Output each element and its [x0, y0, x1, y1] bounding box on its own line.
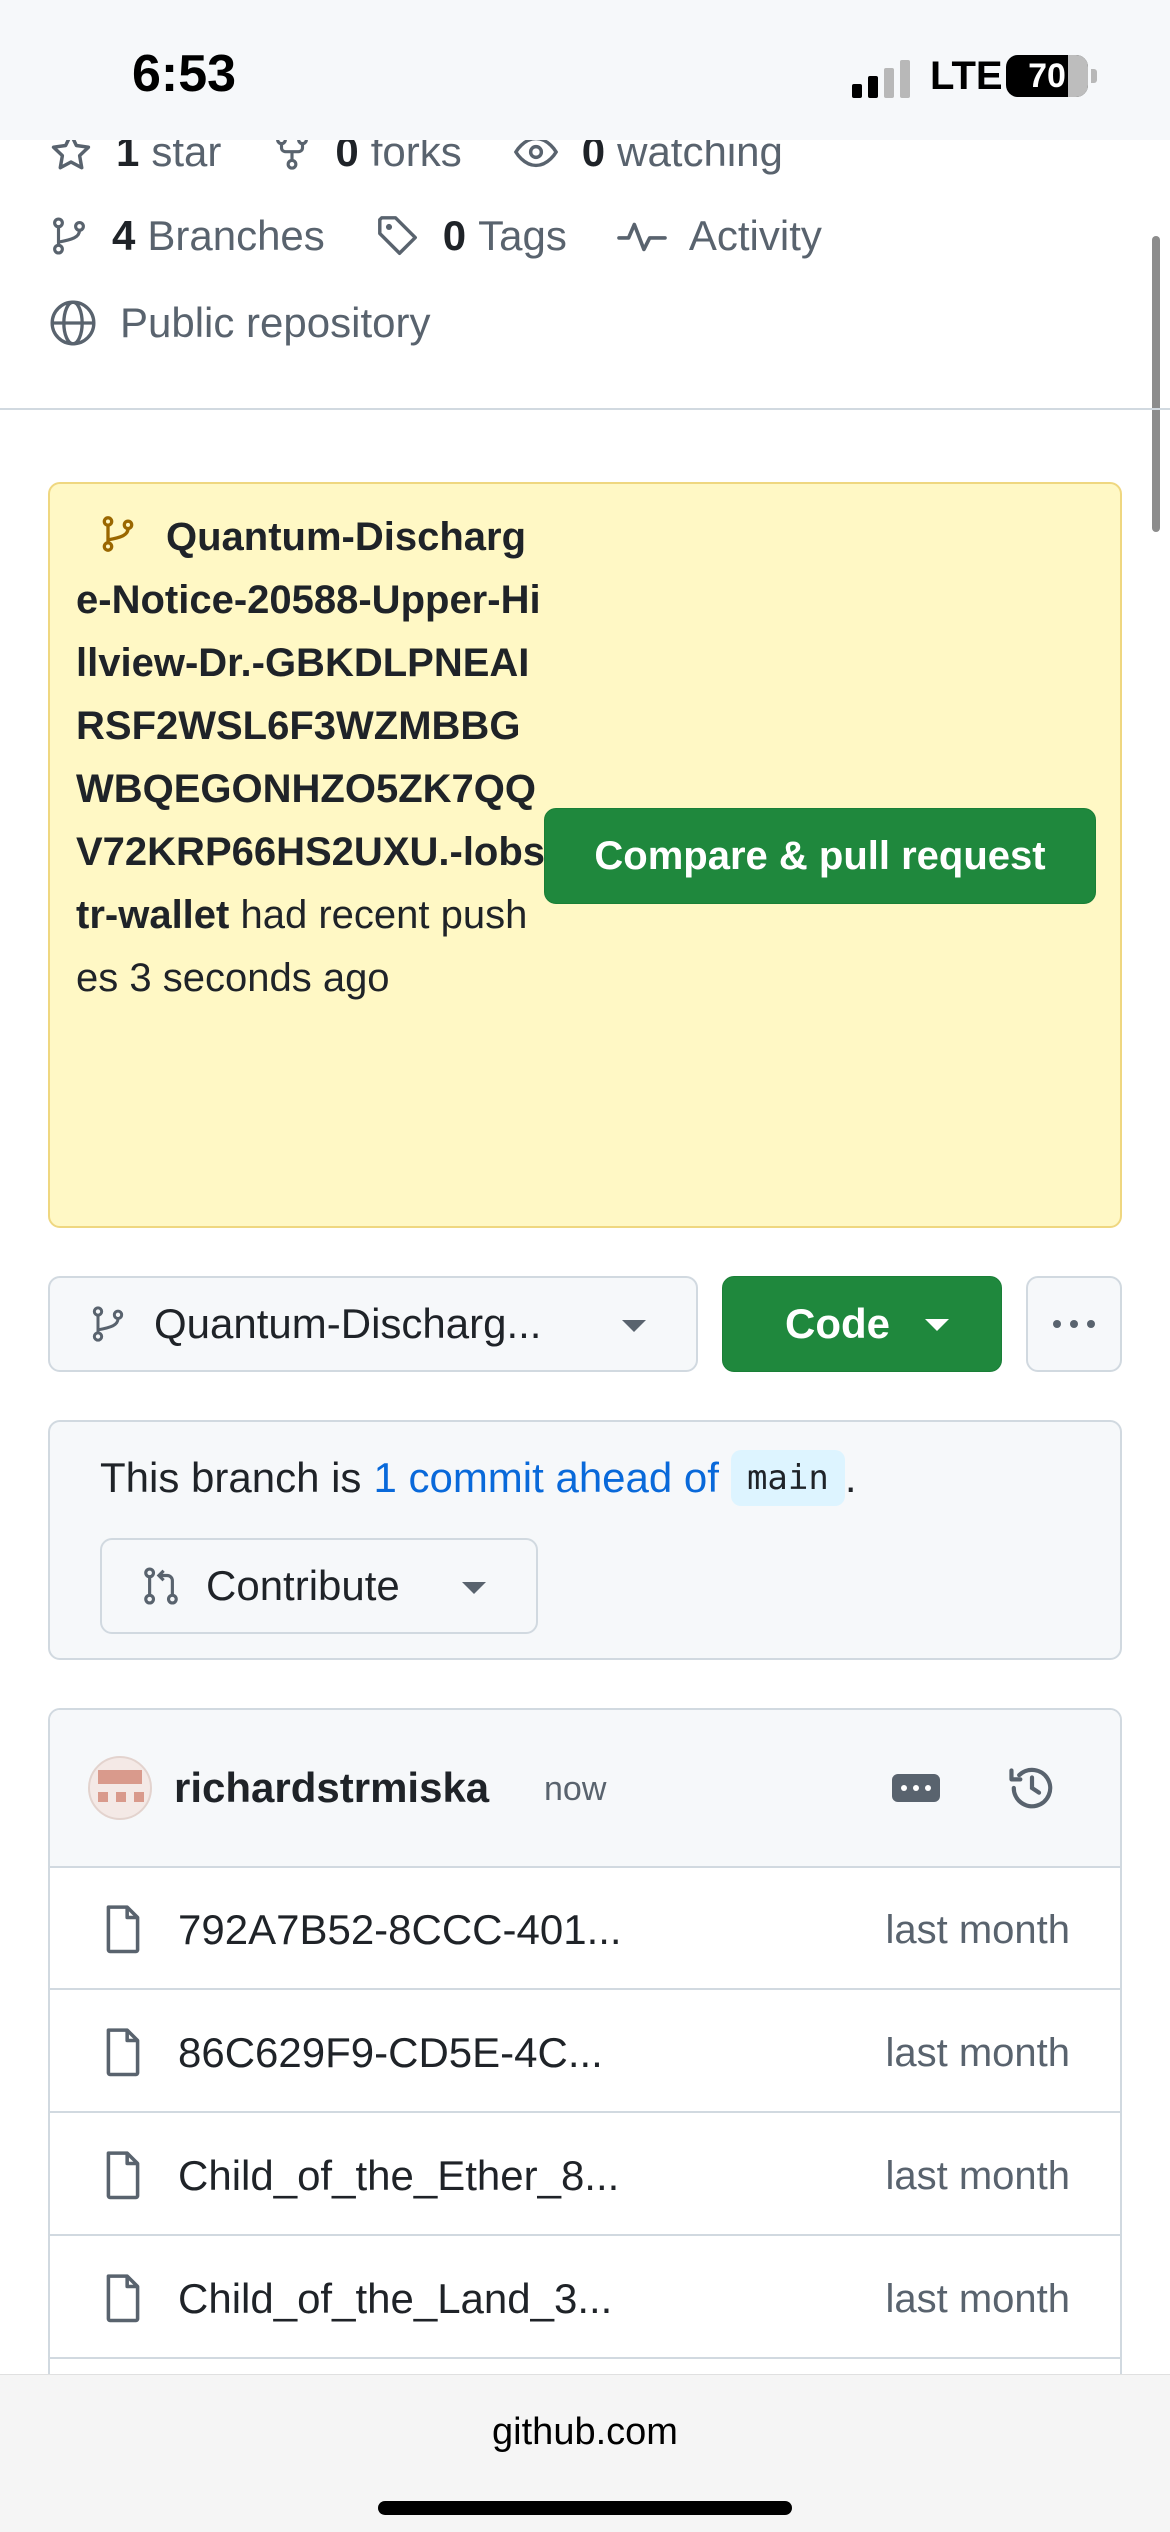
- network-type: LTE: [930, 54, 1003, 98]
- activity-label: Activity: [688, 212, 822, 259]
- base-branch-badge: main: [730, 1450, 845, 1506]
- section-divider: [0, 408, 1170, 410]
- status-bar: 6:53 LTE 70: [0, 0, 1170, 140]
- browser-bottom-bar: github.com: [0, 2374, 1170, 2532]
- url-bar[interactable]: github.com: [0, 2411, 1170, 2454]
- branch-icon: [53, 217, 85, 255]
- recent-push-banner: Quantum-Discharge-Notice-20588-Upper-Hil…: [48, 482, 1122, 1228]
- latest-commit-header: richardstrmiska now: [50, 1710, 1120, 1868]
- file-row[interactable]: Child_of_the_Land_3... last month: [50, 2237, 1120, 2359]
- kebab-dot-icon: [1070, 1320, 1078, 1328]
- recent-push-message: Quantum-Discharge-Notice-20588-Upper-Hil…: [76, 506, 546, 1010]
- commits-ahead-link[interactable]: 1 commit ahead of: [373, 1454, 719, 1502]
- file-name[interactable]: Child_of_the_Land_3...: [178, 2275, 612, 2323]
- file-name[interactable]: Child_of_the_Ether_8...: [178, 2152, 619, 2200]
- home-indicator[interactable]: [378, 2501, 792, 2515]
- tags-link[interactable]: 0 Tags: [375, 212, 567, 260]
- file-name[interactable]: 86C629F9-CD5E-4C...: [178, 2029, 603, 2077]
- more-options-button[interactable]: [1026, 1276, 1122, 1372]
- file-row[interactable]: 792A7B52-8CCC-401... last month: [50, 1868, 1120, 1990]
- globe-icon: [50, 300, 96, 346]
- tag-icon: [377, 216, 417, 255]
- repo-visibility-row: Public repository: [48, 298, 480, 348]
- chevron-down-icon: [925, 1319, 949, 1331]
- file-row[interactable]: Child_of_the_Ether_8... last month: [50, 2114, 1120, 2236]
- commit-time: now: [544, 1770, 607, 1808]
- branch-icon: [102, 516, 134, 552]
- file-icon: [106, 2028, 140, 2077]
- page: 6:53 LTE 70 1 star 0 forks 0 watching 4 …: [0, 0, 1170, 2532]
- pulse-icon: [617, 222, 667, 252]
- branches-label: Branches: [147, 212, 325, 259]
- status-time: 6:53: [132, 45, 237, 103]
- branches-link[interactable]: 4 Branches: [48, 212, 325, 260]
- history-icon[interactable]: [1004, 1760, 1060, 1816]
- tags-label: Tags: [478, 212, 567, 259]
- compare-pull-request-button[interactable]: Compare & pull request: [544, 808, 1096, 904]
- branch-selector[interactable]: Quantum-Discharg...: [48, 1276, 698, 1372]
- file-date: last month: [885, 2154, 1070, 2198]
- tags-count: 0: [442, 212, 467, 259]
- pull-request-icon: [144, 1567, 178, 1605]
- contribute-button[interactable]: Contribute: [100, 1538, 538, 1634]
- battery-icon: 70: [1006, 55, 1088, 97]
- branch-status-text: This branch is 1 commit ahead of main .: [100, 1450, 857, 1506]
- contribute-label: Contribute: [206, 1562, 400, 1609]
- file-icon: [106, 2274, 140, 2323]
- branch-status-box: This branch is 1 commit ahead of main . …: [48, 1420, 1122, 1660]
- visibility-label: Public repository: [120, 299, 431, 346]
- branch-status-prefix: This branch is: [100, 1454, 362, 1501]
- file-icon: [106, 2151, 140, 2200]
- file-date: last month: [885, 2277, 1070, 2321]
- kebab-dot-icon: [1087, 1320, 1095, 1328]
- branch-status-suffix: .: [844, 1454, 857, 1501]
- kebab-dot-icon: [1053, 1320, 1061, 1328]
- page-scrollbar[interactable]: [1152, 236, 1160, 532]
- activity-link[interactable]: Activity: [617, 212, 822, 260]
- chevron-down-icon: [622, 1320, 646, 1332]
- chevron-down-icon: [462, 1582, 486, 1594]
- branch-icon: [92, 1306, 124, 1342]
- cellular-signal-icon: [852, 60, 910, 98]
- code-button[interactable]: Code: [722, 1276, 1002, 1372]
- avatar[interactable]: [88, 1756, 152, 1820]
- selected-branch-label: Quantum-Discharg...: [154, 1300, 542, 1347]
- repo-refs-row: 4 Branches 0 Tags Activity: [48, 212, 872, 260]
- code-button-label: Code: [785, 1300, 890, 1347]
- visibility-info: Public repository: [48, 298, 430, 348]
- file-date: last month: [885, 2031, 1070, 2075]
- branches-count: 4: [112, 212, 136, 259]
- commit-author-link[interactable]: richardstrmiska: [174, 1764, 489, 1812]
- battery-level: 70: [1028, 57, 1066, 95]
- battery-tip: [1091, 69, 1097, 83]
- file-row[interactable]: 86C629F9-CD5E-4C... last month: [50, 1991, 1120, 2113]
- commit-message-toggle-icon[interactable]: [892, 1774, 940, 1802]
- file-icon: [106, 1905, 140, 1954]
- file-date: last month: [885, 1908, 1070, 1952]
- pushed-branch-name[interactable]: Quantum-Discharge-Notice-20588-Upper-Hil…: [76, 515, 545, 937]
- file-name[interactable]: 792A7B52-8CCC-401...: [178, 1906, 622, 1954]
